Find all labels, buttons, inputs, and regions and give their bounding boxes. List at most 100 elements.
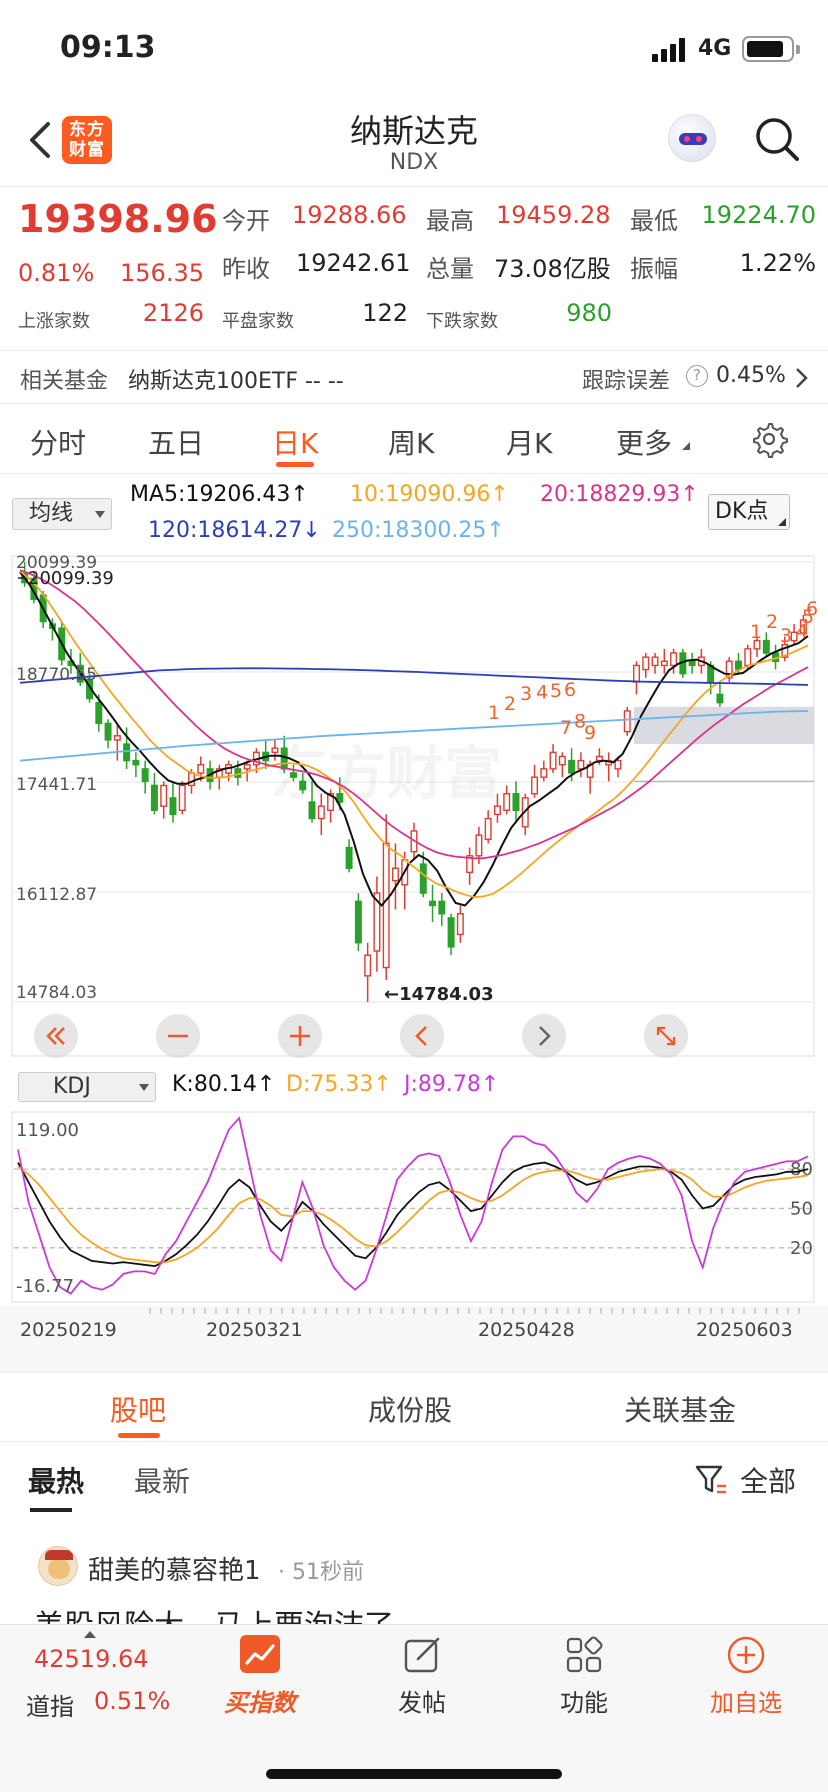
candlestick-chart[interactable]: 东方财富 20099.39 18770.55 17441.71 16112.87 1478… [0, 552, 828, 1062]
candle-body [660, 660, 668, 667]
candle-body [531, 776, 538, 795]
nav-functions-label[interactable]: 功能 [524, 1683, 644, 1718]
y-tick-label: 16112.87 [16, 885, 97, 905]
signal-icon [652, 38, 688, 62]
td-sequence-marker: 5 [550, 680, 562, 702]
kdj-y-min-label: -16.77 [16, 1276, 74, 1297]
td-sequence-marker: 2 [504, 693, 516, 715]
candle-body [484, 817, 492, 840]
tab-related-funds[interactable]: 关联基金 [624, 1389, 736, 1429]
search-icon[interactable] [754, 116, 800, 162]
dk-point-button[interactable]: DK点 [708, 494, 790, 530]
tab-monthly-k[interactable]: 月K [506, 422, 552, 462]
candle-body [716, 693, 724, 704]
td-sequence-marker: 6 [806, 598, 818, 620]
candle-body [419, 863, 427, 894]
post-time: · 51秒前 [278, 1560, 364, 1585]
add-circle-icon [726, 1635, 766, 1675]
chevron-down-icon [139, 1084, 149, 1091]
related-fund-label: 相关基金 [20, 369, 109, 394]
sort-latest[interactable]: 最新 [134, 1460, 190, 1500]
expand-up-icon[interactable] [84, 1631, 96, 1638]
dk-dropdown-icon [778, 518, 786, 526]
tracking-error-label: 跟踪误差 [582, 369, 671, 394]
tab-five-day[interactable]: 五日 [148, 422, 204, 462]
tracking-error-value: 0.45% [716, 363, 786, 388]
home-indicator [266, 1769, 562, 1779]
nav-post[interactable] [362, 1635, 482, 1675]
avatar[interactable] [38, 1546, 78, 1586]
tab-guba[interactable]: 股吧 [110, 1389, 166, 1429]
tab-intraday[interactable]: 分时 [30, 422, 86, 462]
battery-icon [742, 36, 800, 62]
candle [354, 893, 362, 952]
filter-all[interactable]: 全部 [740, 1460, 796, 1500]
candle-body [280, 747, 288, 770]
indicator-select-ma[interactable]: 均线 [12, 498, 112, 530]
scroll-left-button[interactable] [400, 1014, 444, 1058]
scroll-right-button[interactable] [522, 1014, 566, 1058]
high-label: 最高 [426, 207, 474, 235]
kline-chart-area: 均线 MA5:19206.43↑ 10:19090.96↑ 20:18829.9… [0, 474, 828, 1374]
kdj-chart[interactable]: 805020119.00-16.7720250219 20250321 202504… [0, 1106, 828, 1374]
td-sequence-marker: 4 [536, 682, 548, 704]
filter-icon[interactable] [694, 1462, 728, 1496]
ma20-value: 20:18829.93↑ [540, 482, 699, 507]
up-count-label: 上涨家数 [18, 311, 90, 332]
active-tab-indicator [276, 462, 314, 467]
candle-body [308, 801, 316, 820]
zoom-out-button[interactable] [156, 1014, 200, 1058]
candle-body [104, 722, 112, 741]
candle-body [438, 900, 446, 915]
ma120-value: 120:18614.27↓ [148, 518, 321, 543]
candle-body [169, 797, 177, 816]
candle-body [391, 867, 399, 882]
candle-body [642, 656, 650, 671]
nav-buy-index[interactable] [200, 1635, 320, 1673]
change-amount: 156.35 [120, 259, 204, 287]
nav-add-watchlist-label[interactable]: 加自选 [686, 1683, 806, 1718]
assistant-robot-icon[interactable] [668, 114, 716, 162]
zoom-in-button[interactable] [278, 1014, 322, 1058]
status-bar: 09:13 4G [0, 0, 828, 96]
dow-index-value[interactable]: 42519.64 [34, 1645, 149, 1673]
period-tabs: 分时 五日 日K 周K 月K 更多 [0, 404, 828, 474]
ma-select-label: 均线 [29, 501, 74, 526]
related-fund-name[interactable]: 纳斯达克100ETF -- -- [128, 363, 344, 395]
up-count: 2126 [142, 299, 204, 327]
sort-hot[interactable]: 最热 [28, 1460, 84, 1500]
candle-body [762, 639, 770, 654]
help-icon[interactable]: ? [686, 365, 708, 387]
nav-add-watchlist[interactable] [686, 1635, 806, 1675]
settings-gear-icon[interactable] [750, 420, 788, 458]
candle-body [290, 772, 297, 778]
td-sequence-marker: 2 [766, 611, 778, 633]
candle-body [558, 755, 566, 766]
dow-index-name: 道指 [26, 1693, 74, 1721]
tab-more[interactable]: 更多 [616, 422, 672, 462]
fullscreen-button[interactable] [644, 1014, 688, 1058]
tab-constituents[interactable]: 成份股 [368, 1389, 452, 1429]
tab-weekly-k[interactable]: 周K [388, 422, 434, 462]
scroll-far-left-button[interactable] [34, 1014, 78, 1058]
post-preview[interactable]: 美股风险大，马上要泡沫了 [34, 1610, 394, 1624]
post-author[interactable]: 甜美的慕容艳1 [88, 1550, 261, 1587]
candle-body [141, 768, 149, 783]
candle [178, 781, 186, 815]
sort-active-indicator [30, 1508, 72, 1512]
candle-body [670, 652, 678, 667]
prev-close-value: 19242.61 [296, 249, 411, 277]
related-fund-bar[interactable]: 相关基金 纳斯达克100ETF -- -- 跟踪误差 ? 0.45% [0, 350, 828, 404]
nav-buy-index-label[interactable]: 买指数 [200, 1683, 320, 1718]
nav-functions[interactable] [524, 1635, 644, 1675]
td-sequence-marker: 9 [584, 722, 596, 744]
edit-icon [402, 1635, 442, 1675]
nav-post-label[interactable]: 发帖 [362, 1683, 482, 1718]
x-date-label: 20250219 [20, 1319, 117, 1341]
tab-daily-k[interactable]: 日K [272, 422, 318, 462]
ma10-value: 10:19090.96↑ [350, 482, 509, 507]
candle-body [364, 954, 372, 977]
indicator-select-kdj[interactable]: KDJ [18, 1072, 156, 1102]
kdj-j-value: J:89.78↑ [404, 1072, 500, 1097]
candle [725, 657, 733, 682]
